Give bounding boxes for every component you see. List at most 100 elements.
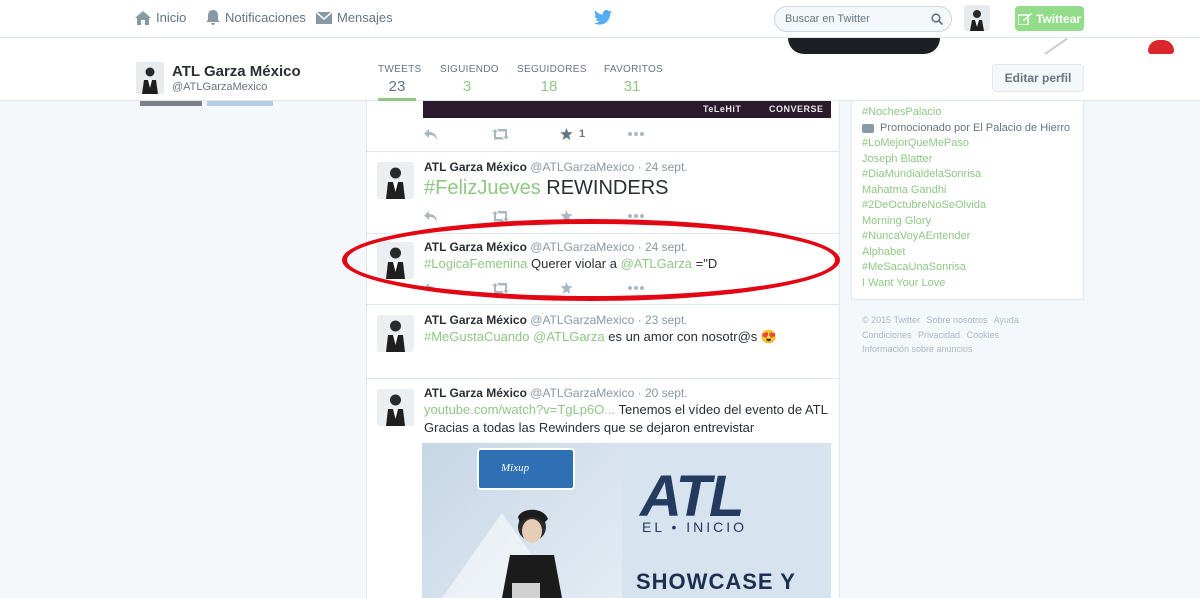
tweet-text: #LogicaFemenina Querer violar a @ATLGarz… (424, 255, 834, 273)
retweet-icon (492, 128, 509, 139)
search-icon[interactable] (931, 13, 943, 25)
tweet-avatar[interactable] (377, 315, 414, 352)
trend-item[interactable]: #DiaMundialdelaSonrisa (862, 167, 1073, 183)
promoted-text: Promocionado por El Palacio de Hierro (880, 121, 1071, 134)
stat-following[interactable]: SIGUIENDO 3 (440, 64, 499, 95)
trend-item[interactable]: #MeSacaUnaSonrisa (862, 260, 1073, 276)
stat-tweets-value: 23 (388, 78, 406, 95)
tweet-date[interactable]: · 23 sept. (638, 313, 688, 327)
reply-icon (424, 282, 437, 294)
footer-link[interactable]: Sobre nosotros (927, 315, 988, 325)
tweet-author-name[interactable]: ATL Garza México (424, 313, 527, 327)
trend-item[interactable]: Alphabet (862, 245, 1073, 261)
trend-item[interactable]: #LoMejorQueMePaso (862, 136, 1073, 152)
footer-link[interactable]: Ayuda (994, 315, 1019, 325)
user-avatar[interactable] (964, 5, 990, 31)
tweet-item[interactable]: ATL Garza México @ATLGarzaMexico · 24 se… (367, 234, 839, 305)
stat-followers-value: 18 (540, 78, 558, 95)
tweet-mention[interactable]: @ATLGarza (533, 329, 604, 344)
tweet-mention[interactable]: @ATLGarza (621, 256, 692, 271)
tweet-avatar[interactable] (377, 162, 414, 199)
footer-line: © 2015 Twitter Sobre nosotros Ayuda (862, 313, 1082, 328)
left-photo-thumbnail[interactable] (207, 101, 273, 106)
reply-action[interactable] (424, 128, 492, 140)
tweet-media-image[interactable]: TeLeHiT CONVERSE (423, 101, 831, 118)
tweet-author-name[interactable]: ATL Garza México (424, 386, 527, 400)
stat-tweets[interactable]: TWEETS 23 (378, 64, 421, 101)
nav-home[interactable]: Inicio (135, 10, 186, 25)
retweet-action[interactable] (492, 128, 560, 140)
stat-favorites-value: 31 (623, 78, 641, 95)
stat-following-label: SIGUIENDO (440, 64, 499, 75)
tweet-avatar[interactable] (377, 389, 414, 426)
footer-copyright: © 2015 Twitter (862, 315, 920, 325)
mixup-logo: Mixup (477, 448, 575, 490)
left-photo-thumbnail[interactable] (140, 101, 202, 106)
tweet-media-card[interactable]: Mixup ATL EL • INICIO SHOWCASE Y (422, 443, 831, 598)
trend-item[interactable]: #2DeOctubreNoSeOlvida (862, 198, 1073, 214)
favorite-action[interactable] (560, 282, 628, 294)
tweet-header: ATL Garza México @ATLGarzaMexico · 23 se… (424, 313, 688, 327)
tweet-item[interactable]: TeLeHiT CONVERSE 1 (367, 101, 839, 152)
avatar-image (964, 5, 990, 31)
trend-item[interactable]: Morning Glory (862, 214, 1073, 230)
tweet-hashtag[interactable]: #LogicaFemenina (424, 256, 527, 271)
tweet-actions (424, 210, 696, 222)
trend-item[interactable]: #NochesPalacio (862, 105, 1073, 121)
banner-figure (788, 38, 940, 54)
tweet-text-segment: Gracias a todas las Rewinders que se dej… (424, 420, 755, 435)
tweet-author-name[interactable]: ATL Garza México (424, 240, 527, 254)
stat-following-value: 3 (462, 78, 472, 95)
tweet-avatar-image (377, 315, 414, 352)
more-action[interactable] (628, 214, 696, 218)
tweet-date[interactable]: · 24 sept. (638, 160, 688, 174)
stat-followers[interactable]: SEGUIDORES 18 (517, 64, 586, 95)
tweet-item[interactable]: ATL Garza México @ATLGarzaMexico · 23 se… (367, 305, 839, 379)
retweet-action[interactable] (492, 210, 560, 222)
tweet-hashtag[interactable]: #MeGustaCuando (424, 329, 530, 344)
tweet-date[interactable]: · 24 sept. (638, 240, 688, 254)
edit-profile-button[interactable]: Editar perfil (992, 64, 1084, 92)
tweet-date[interactable]: · 20 sept. (638, 386, 688, 400)
footer-link[interactable]: Información sobre anuncios (862, 344, 973, 354)
tweet-hashtag[interactable]: #FelizJueves (424, 177, 541, 199)
tweet-author-handle[interactable]: @ATLGarzaMexico (530, 240, 634, 254)
tweet-item[interactable]: ATL Garza México @ATLGarzaMexico · 24 se… (367, 152, 839, 234)
more-action[interactable] (628, 286, 696, 290)
card-showcase-text: SHOWCASE Y (636, 569, 796, 594)
tweet-author-handle[interactable]: @ATLGarzaMexico (530, 160, 634, 174)
tweet-author-handle[interactable]: @ATLGarzaMexico (530, 313, 634, 327)
footer-link[interactable]: Condiciones (862, 330, 912, 340)
profile-navigation-bar: ATL Garza México @ATLGarzaMexico TWEETS … (0, 54, 1200, 101)
profile-handle[interactable]: @ATLGarzaMexico (172, 81, 267, 93)
reply-action[interactable] (424, 282, 492, 294)
tweet-button[interactable]: Twittear (1015, 6, 1084, 31)
profile-avatar[interactable] (136, 62, 164, 94)
trend-item[interactable]: #NuncaVoyAEntender (862, 229, 1073, 245)
more-action[interactable] (628, 132, 696, 136)
twitter-bird-logo[interactable] (594, 10, 612, 30)
favorite-action[interactable] (560, 210, 628, 222)
trend-item[interactable]: Mahatma Gandhi (862, 183, 1073, 199)
trend-item[interactable]: I Want Your Love (862, 276, 1073, 292)
nav-messages[interactable]: Mensajes (316, 10, 393, 25)
tweet-author-handle[interactable]: @ATLGarzaMexico (530, 386, 634, 400)
footer-link[interactable]: Cookies (967, 330, 1000, 340)
tweet-author-name[interactable]: ATL Garza México (424, 160, 527, 174)
stat-favorites[interactable]: FAVORITOS 31 (604, 64, 663, 95)
tweet-avatar[interactable] (377, 242, 414, 279)
profile-name[interactable]: ATL Garza México (172, 63, 301, 80)
trend-item[interactable]: Joseph Blatter (862, 152, 1073, 168)
promoted-trend-label[interactable]: Promocionado por El Palacio de Hierro (862, 121, 1073, 137)
page-footer: © 2015 Twitter Sobre nosotros Ayuda Cond… (862, 313, 1082, 357)
search-input[interactable]: Buscar en Twitter (774, 6, 952, 32)
nav-notifications[interactable]: Notificaciones (206, 10, 306, 25)
retweet-action[interactable] (492, 282, 560, 294)
favorite-action[interactable]: 1 (560, 128, 628, 140)
banner-decoration (1042, 38, 1068, 54)
tweet-link[interactable]: youtube.com/watch?v=TgLp6O... (424, 402, 615, 417)
tweet-header: ATL Garza México @ATLGarzaMexico · 24 se… (424, 240, 688, 254)
reply-action[interactable] (424, 210, 492, 222)
footer-link[interactable]: Privacidad (918, 330, 960, 340)
tweet-text-segment: Tenemos el vídeo del evento de ATL (615, 402, 828, 417)
